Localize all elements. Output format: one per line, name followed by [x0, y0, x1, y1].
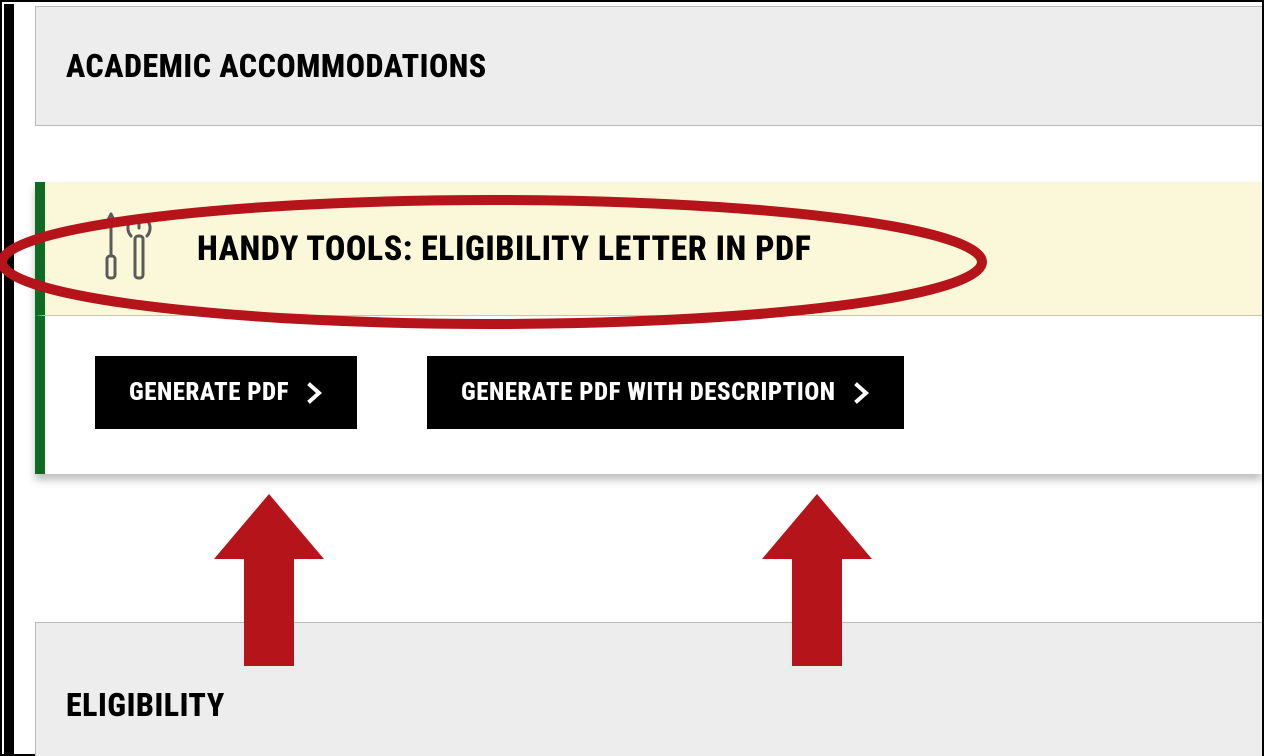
eligibility-panel: ELIGIBILITY [35, 622, 1262, 756]
generate-pdf-button[interactable]: GENERATE PDF [95, 356, 357, 429]
page-frame: ACADEMIC ACCOMMODATIONS HANDY TOOLS: ELI… [0, 0, 1264, 756]
tools-icon [95, 210, 157, 287]
handy-tools-title: HANDY TOOLS: ELIGIBILITY LETTER IN PDF [197, 229, 811, 269]
generate-pdf-desc-label: GENERATE PDF WITH DESCRIPTION [461, 378, 836, 407]
generate-pdf-label: GENERATE PDF [129, 378, 289, 407]
chevron-right-icon [854, 382, 870, 404]
eligibility-title: ELIGIBILITY [66, 686, 225, 724]
handy-tools-card: HANDY TOOLS: ELIGIBILITY LETTER IN PDF G… [35, 182, 1262, 474]
academic-accommodations-panel: ACADEMIC ACCOMMODATIONS [35, 6, 1262, 126]
handy-tools-body: GENERATE PDF GENERATE PDF WITH DESCRIPTI… [35, 316, 1262, 474]
chevron-right-icon [307, 382, 323, 404]
academic-accommodations-title: ACADEMIC ACCOMMODATIONS [66, 47, 487, 85]
generate-pdf-with-description-button[interactable]: GENERATE PDF WITH DESCRIPTION [427, 356, 904, 429]
left-black-bar [4, 4, 14, 756]
handy-tools-header: HANDY TOOLS: ELIGIBILITY LETTER IN PDF [35, 182, 1262, 316]
